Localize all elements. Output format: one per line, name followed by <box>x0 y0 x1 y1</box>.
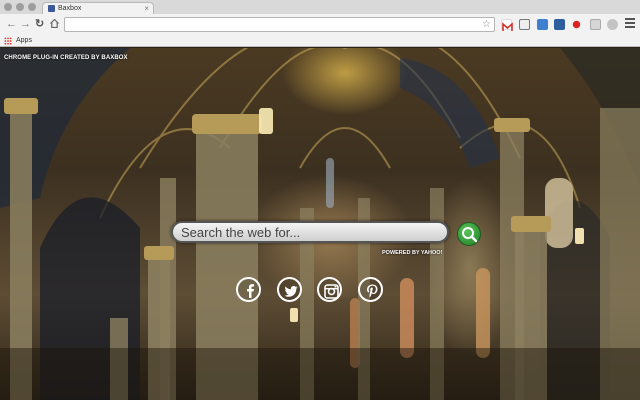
plugin-credit-text: CHROME PLUG-IN CREATED BY BAXBOX <box>4 55 128 61</box>
back-icon[interactable]: ← <box>6 17 17 31</box>
extension-circle-icon[interactable] <box>607 19 618 30</box>
twitter-button[interactable] <box>277 277 302 302</box>
extension-blue-icon[interactable] <box>537 19 548 30</box>
reload-icon[interactable]: ↻ <box>35 17 44 31</box>
bookmarks-bar: Apps <box>0 35 640 47</box>
apps-grid-icon[interactable] <box>4 37 12 45</box>
cast-extension-icon[interactable] <box>519 19 530 30</box>
extension-dark-blue-icon[interactable] <box>554 19 565 30</box>
twitter-icon <box>284 286 298 297</box>
window-close-button[interactable] <box>4 3 12 11</box>
instagram-button[interactable] <box>317 277 342 302</box>
search-icon <box>462 227 478 243</box>
opera-extension-icon[interactable] <box>571 19 582 30</box>
search-button[interactable] <box>457 222 481 246</box>
pinterest-button[interactable] <box>358 277 383 302</box>
forward-icon[interactable]: → <box>20 17 31 31</box>
browser-toolbar: ← → ↻ ☆ <box>0 14 640 35</box>
facebook-button[interactable] <box>236 277 261 302</box>
facebook-favicon-icon <box>48 5 55 12</box>
pinterest-icon <box>367 284 378 298</box>
tab-close-icon[interactable]: × <box>144 3 149 14</box>
home-icon[interactable] <box>50 19 59 28</box>
instagram-icon <box>324 284 339 299</box>
tab-baxbox[interactable]: Baxbox × <box>42 2 154 14</box>
new-tab-page: CHROME PLUG-IN CREATED BY BAXBOX POWERED… <box>0 48 640 400</box>
bookmark-star-icon[interactable]: ☆ <box>482 18 491 31</box>
facebook-icon <box>247 284 254 298</box>
search-input[interactable] <box>181 224 443 240</box>
tab-title: Baxbox <box>58 5 82 12</box>
extension-grey-icon[interactable] <box>590 19 601 30</box>
powered-by-label: POWERED BY YAHOO! <box>382 250 443 256</box>
window-zoom-button[interactable] <box>28 3 36 11</box>
gmail-extension-icon[interactable] <box>501 19 513 31</box>
bookmark-apps[interactable]: Apps <box>16 35 32 47</box>
address-bar[interactable]: ☆ <box>64 17 495 32</box>
window-minimize-button[interactable] <box>16 3 24 11</box>
tab-strip: Baxbox × <box>0 0 640 14</box>
search-box <box>171 221 449 243</box>
chrome-menu-icon[interactable] <box>625 18 635 30</box>
